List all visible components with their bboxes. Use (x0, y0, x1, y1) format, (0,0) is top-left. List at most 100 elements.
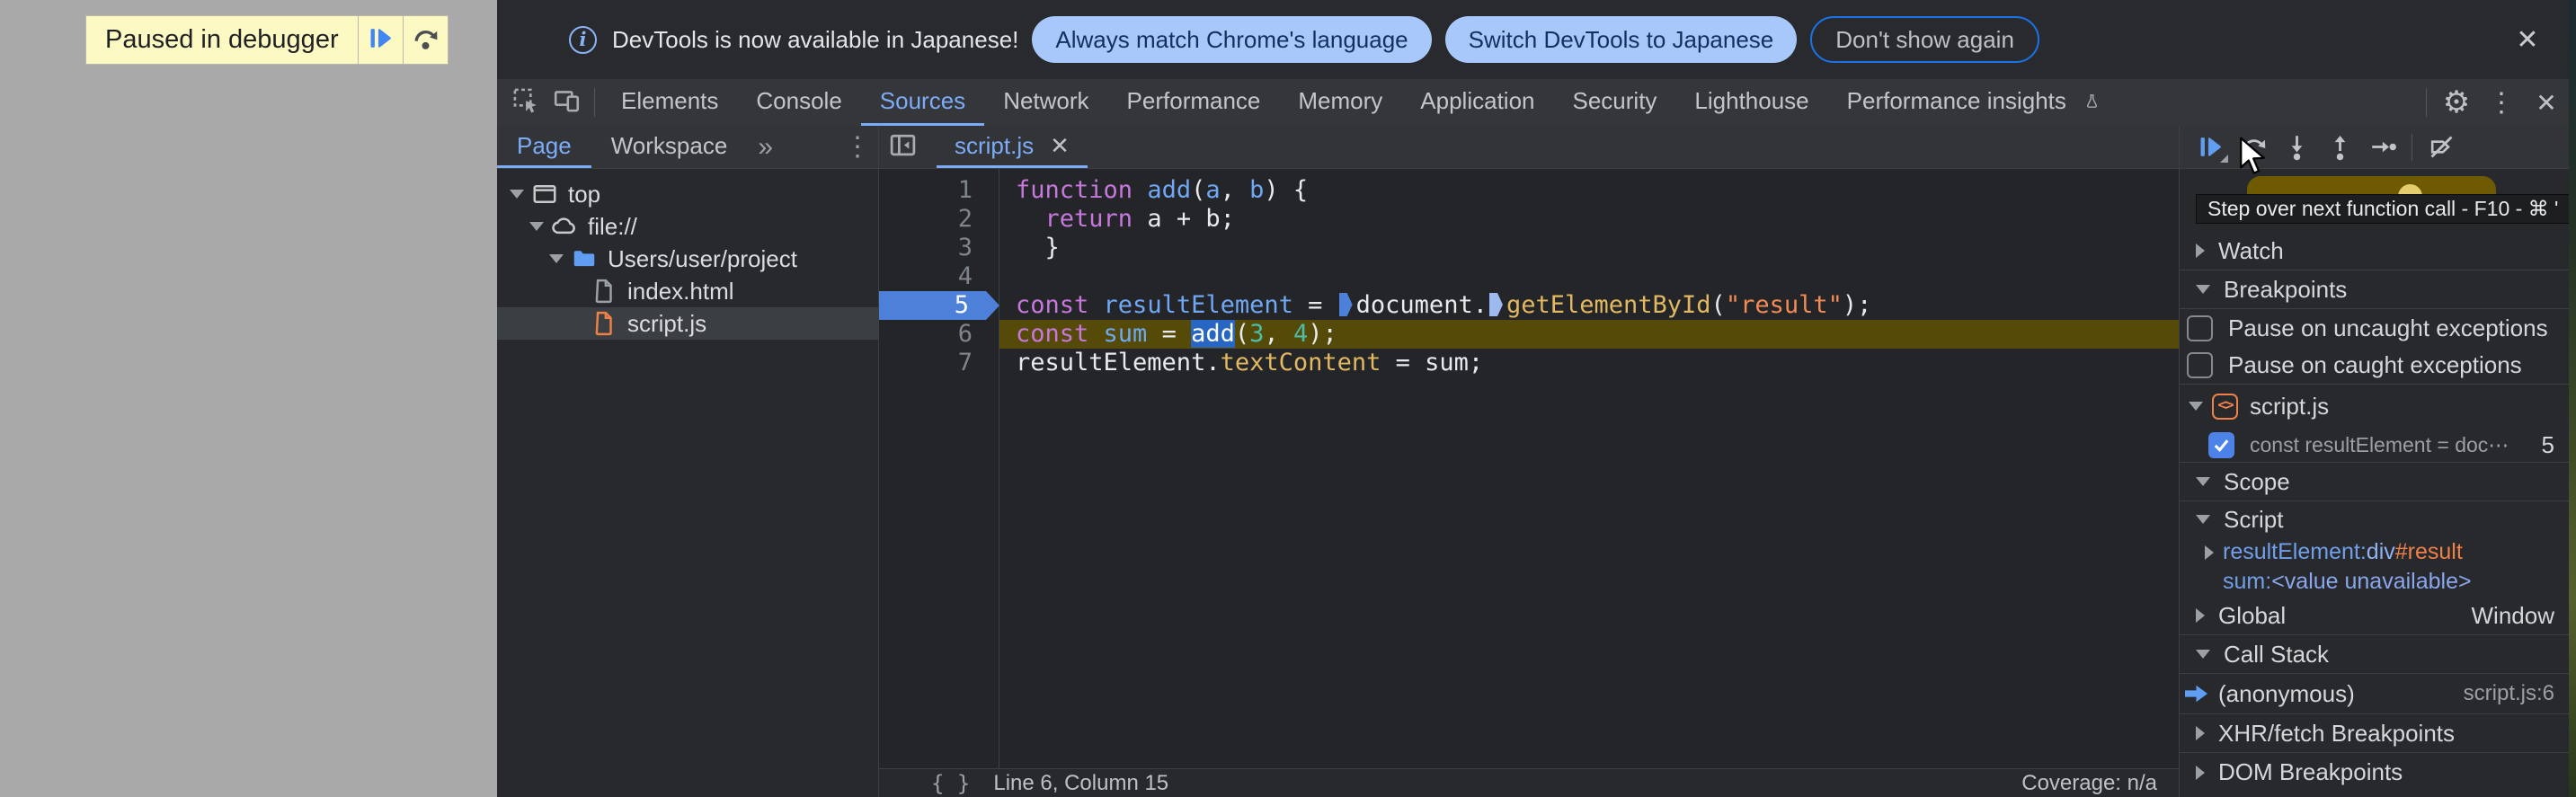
chevron-down-icon[interactable] (2189, 402, 2203, 411)
step-into-button[interactable] (2275, 128, 2318, 167)
deactivate-breakpoints-button[interactable] (2420, 128, 2463, 167)
step-icon (2369, 133, 2397, 161)
code-line-4: 4 (879, 262, 2179, 291)
active-frame-icon (2185, 685, 2207, 703)
settings-button[interactable]: ⚙ (2434, 79, 2479, 126)
code-line-content: resultElement.textContent = sum; (1016, 349, 1484, 376)
code-editor[interactable]: 1 function add(a, b) {2 return a + b; 3 } 4… (879, 169, 2179, 768)
tree-item-index-html[interactable]: index.html (497, 275, 878, 307)
expander-icon[interactable] (549, 254, 571, 263)
tree-item-script-js[interactable]: script.js (497, 307, 878, 340)
tree-item-file[interactable]: file:// (497, 210, 878, 243)
line-number[interactable]: 3 (879, 234, 999, 262)
resume-button[interactable] (2189, 128, 2232, 167)
breakpoint-group-script-js[interactable]: <> script.js (2180, 385, 2569, 428)
expander-icon[interactable] (529, 222, 551, 231)
device-toolbar-icon (553, 86, 581, 119)
tab-console[interactable]: Console (737, 79, 860, 126)
main-tab-bar: Elements Console Sources Network Performance… (497, 79, 2569, 126)
resume-script-button[interactable] (359, 16, 403, 64)
code-line-7: 7 resultElement.textContent = sum; (879, 349, 2179, 377)
tab-elements[interactable]: Elements (602, 79, 737, 126)
navigator-menu-button[interactable]: ⋮ (837, 126, 878, 168)
checkbox-label: Pause on caught exceptions (2228, 351, 2522, 378)
infobar-close-button[interactable]: ✕ (2500, 0, 2554, 79)
breakpoint-badge[interactable]: 5 (879, 291, 999, 320)
editor-tab-scriptjs[interactable]: script.js ✕ (937, 126, 1088, 168)
section-title: Breakpoints (2224, 275, 2348, 303)
chevron-down-icon[interactable] (2196, 515, 2210, 524)
tree-item-label: Users/user/project (608, 244, 797, 272)
device-toolbar-button[interactable] (546, 79, 587, 126)
breakpoint-group-label: script.js (2250, 392, 2330, 420)
kebab-icon: ⋮ (2488, 87, 2515, 118)
infobar-action-switch-devtools-to-japanese[interactable]: Switch DevTools to Japanese (1444, 16, 1798, 63)
chevron-right-icon[interactable] (2196, 608, 2205, 623)
section-watch[interactable]: Watch (2180, 232, 2569, 270)
section-call-stack[interactable]: Call Stack (2180, 635, 2569, 674)
infobar-action-don-t-show-again[interactable]: Don't show again (1810, 16, 2039, 63)
chevron-right-icon[interactable] (2196, 726, 2205, 740)
tree-item-users-user-project[interactable]: Users/user/project (497, 243, 878, 275)
line-number[interactable]: 7 (879, 349, 999, 377)
more-options-button[interactable]: ⋮ (2479, 79, 2524, 126)
section-breakpoints[interactable]: Breakpoints (2180, 270, 2569, 309)
line-number[interactable]: 4 (879, 262, 999, 291)
breakpoint-checkbox[interactable] (2208, 431, 2234, 458)
step-over-button[interactable] (404, 16, 448, 64)
panel-tabs: Elements Console Sources Network Performance… (602, 79, 2119, 126)
close-tab-icon[interactable]: ✕ (1050, 132, 1070, 160)
section-scope[interactable]: Scope (2180, 463, 2569, 501)
expander-icon[interactable] (510, 190, 531, 199)
editor-panel: script.js ✕ 1 function add(a, b) {2 retur… (879, 126, 2180, 797)
hide-navigator-button[interactable] (879, 126, 926, 168)
tab-performance-insights[interactable]: Performance insights (1828, 79, 2119, 126)
tab-lighthouse[interactable]: Lighthouse (1675, 79, 1827, 126)
tree-item-top[interactable]: top (497, 178, 878, 210)
inspect-element-button[interactable] (504, 79, 546, 126)
call-stack-frame[interactable]: (anonymous) script.js:6 (2180, 674, 2569, 714)
breakpoint-snippet: const resultElement = doc⋯ (2250, 432, 2509, 456)
scope-script[interactable]: Script (2180, 501, 2569, 537)
checkbox-pause-on-uncaught-exceptions[interactable]: Pause on uncaught exceptions (2180, 309, 2569, 347)
line-number[interactable]: 1 (879, 176, 999, 205)
chevron-right-icon[interactable] (2196, 244, 2205, 258)
pretty-print-icon[interactable]: { } (931, 771, 970, 796)
navigator-tab-workspace[interactable]: Workspace (591, 126, 748, 168)
inline-breakpoint-marker[interactable] (1338, 293, 1353, 316)
tree-item-label: top (568, 180, 601, 208)
checkbox-pause-on-caught-exceptions[interactable]: Pause on caught exceptions (2180, 347, 2569, 385)
tab-network[interactable]: Network (984, 79, 1107, 126)
scope-property-resultelement[interactable]: resultElement: div #result (2180, 537, 2569, 567)
chevron-down-icon[interactable] (2196, 650, 2210, 659)
checkbox[interactable] (2187, 314, 2213, 341)
chevron-right-icon[interactable] (2196, 765, 2205, 780)
chevron-right-icon[interactable] (2205, 545, 2214, 560)
inline-breakpoint-marker[interactable] (1488, 293, 1503, 316)
tab-performance[interactable]: Performance (1108, 79, 1280, 126)
infobar-action-always-match-chrome-s-language[interactable]: Always match Chrome's language (1032, 16, 1432, 63)
folder-icon (571, 245, 598, 272)
close-devtools-button[interactable]: ✕ (2524, 79, 2569, 126)
line-number[interactable]: 6 (879, 320, 999, 349)
navigator-tab-page[interactable]: Page (497, 126, 591, 168)
tab-security[interactable]: Security (1554, 79, 1676, 126)
tab-application[interactable]: Application (1401, 79, 1553, 126)
scope-property-sum[interactable]: sum: <value unavailable> (2180, 567, 2569, 597)
chevron-down-icon[interactable] (2196, 285, 2210, 294)
file-html-icon (591, 278, 617, 305)
web-page-background: Paused in debugger (0, 0, 497, 797)
step-out-button[interactable] (2318, 128, 2361, 167)
breakpoint-item[interactable]: const resultElement = doc⋯ 5 (2180, 428, 2569, 463)
more-tabs-button[interactable]: » (747, 126, 784, 168)
section-xhr-fetch-breakpoints[interactable]: XHR/fetch Breakpoints (2180, 714, 2569, 753)
section-dom-breakpoints[interactable]: DOM Breakpoints (2180, 753, 2569, 792)
tab-sources[interactable]: Sources (860, 79, 985, 126)
step-button[interactable] (2361, 128, 2404, 167)
chevron-down-icon[interactable] (2196, 477, 2210, 486)
tab-memory[interactable]: Memory (1279, 79, 1401, 126)
code-line-2: 2 return a + b; (879, 205, 2179, 234)
line-number[interactable]: 2 (879, 205, 999, 234)
checkbox[interactable] (2187, 352, 2213, 378)
scope-global[interactable]: Global Window (2180, 597, 2569, 635)
